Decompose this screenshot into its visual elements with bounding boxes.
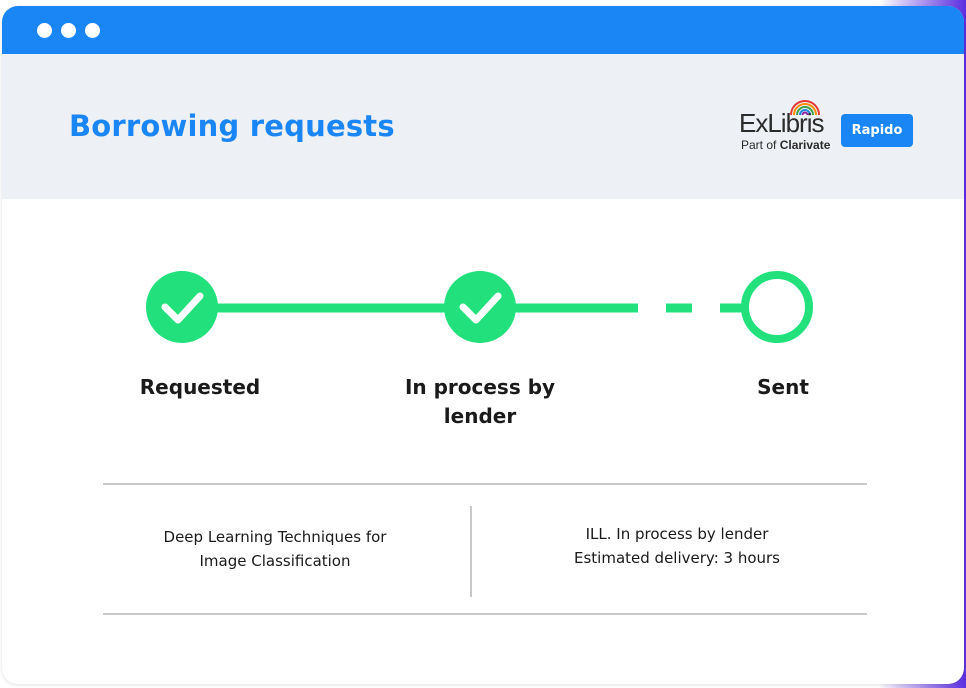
divider-top xyxy=(103,483,867,485)
step-requested-marker xyxy=(146,271,218,343)
estimated-delivery: Estimated delivery: 3 hours xyxy=(574,549,780,567)
progress-tracker xyxy=(146,271,813,343)
step-in-process-marker xyxy=(444,271,516,343)
request-status: ILL. In process by lender Estimated deli… xyxy=(527,522,827,570)
step-label-in-process: In process by lender xyxy=(404,375,556,428)
step-sent-marker xyxy=(741,271,813,343)
empty-circle-icon xyxy=(741,271,813,343)
step-circle xyxy=(444,271,516,343)
item-title-line: Deep Learning Techniques for xyxy=(163,528,387,546)
stage: Borrowing requests ExLibris Part of Clar… xyxy=(0,0,966,688)
divider-vertical xyxy=(470,506,472,597)
divider-bottom xyxy=(103,613,867,615)
step-label-requested: Requested xyxy=(139,375,261,399)
item-title-line: Image Classification xyxy=(199,552,351,570)
item-title: Deep Learning Techniques for Image Class… xyxy=(125,525,425,573)
request-status-line: ILL. In process by lender xyxy=(585,525,769,543)
step-circle xyxy=(146,271,218,343)
app-window: Borrowing requests ExLibris Part of Clar… xyxy=(2,6,964,684)
step-label-sent: Sent xyxy=(757,375,809,399)
